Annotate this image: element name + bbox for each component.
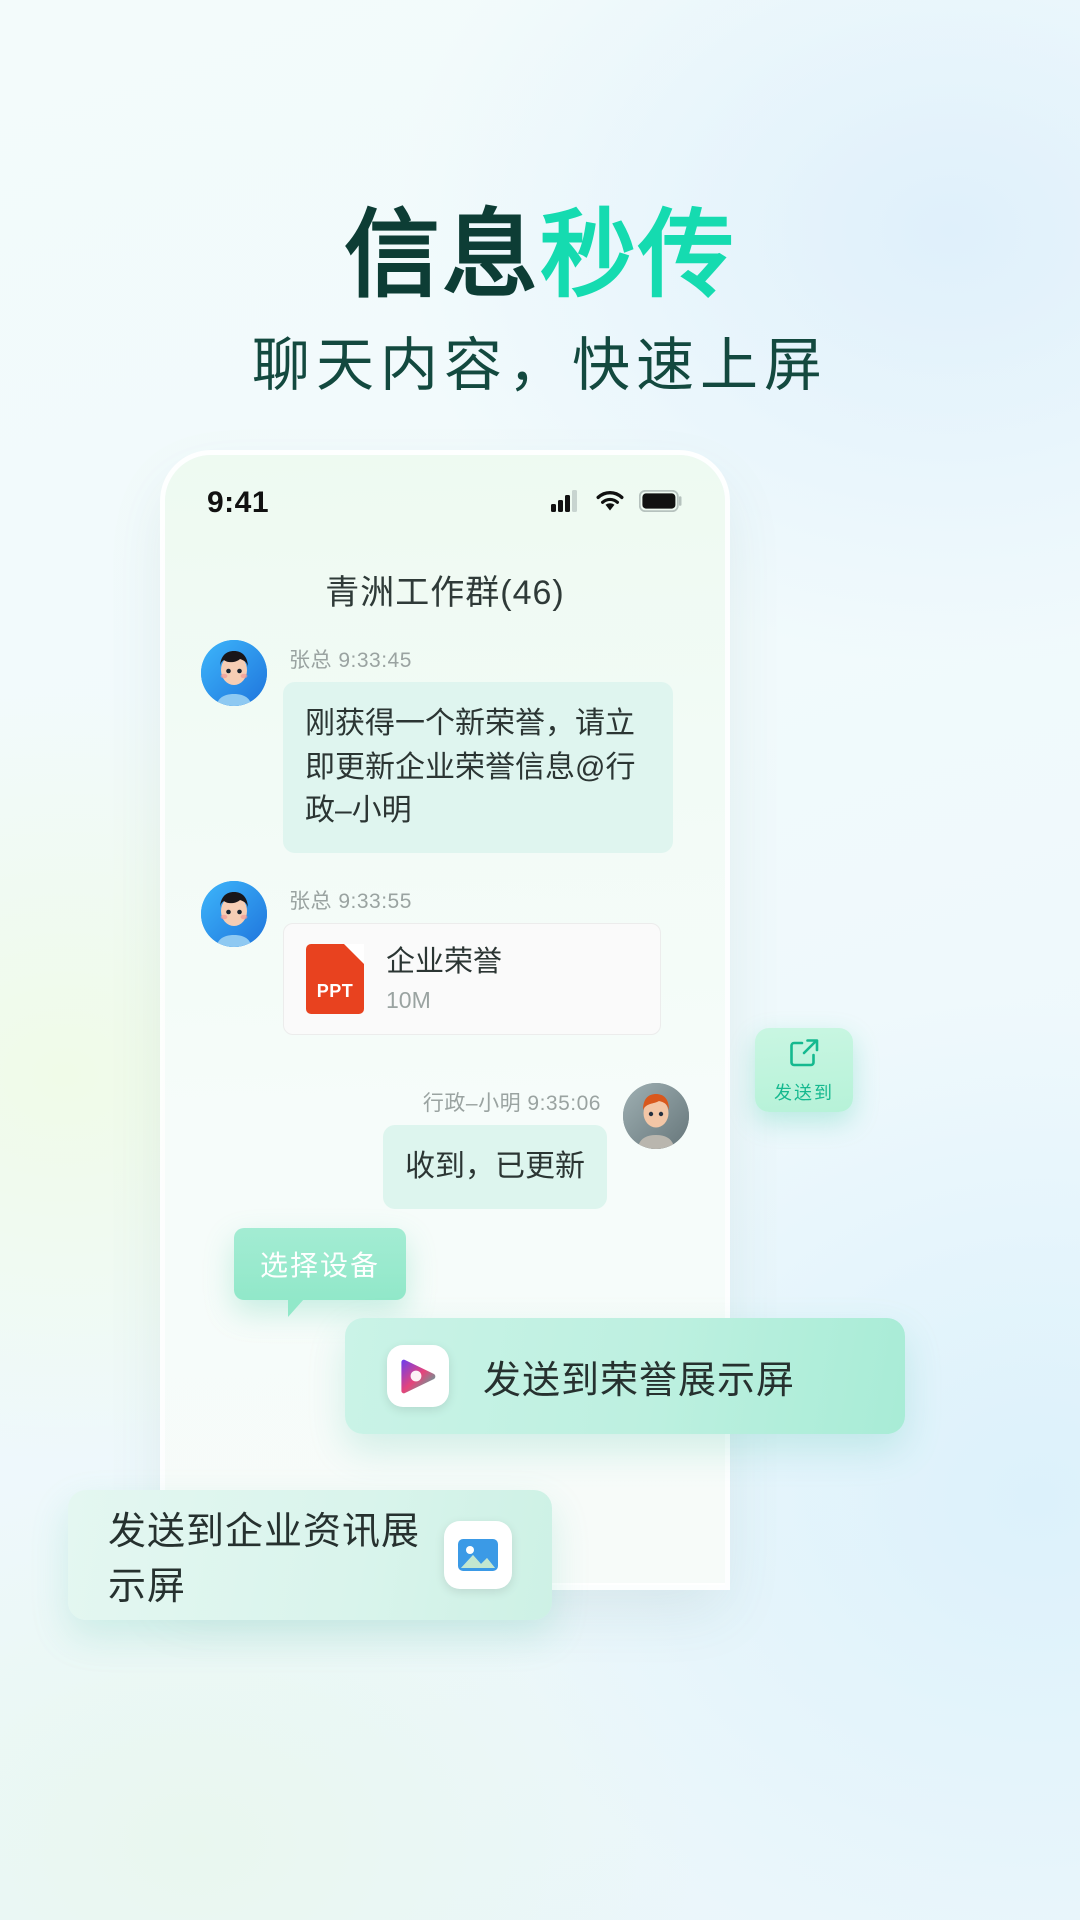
share-export-icon: [787, 1036, 821, 1075]
photo-gallery-app-icon: [444, 1521, 512, 1589]
message-sender: 张总: [289, 889, 332, 913]
option-card-honor-display[interactable]: 发送到荣誉展示屏: [345, 1318, 905, 1434]
file-size: 10M: [386, 987, 431, 1014]
message-time: 9:33:45: [338, 649, 412, 672]
file-attachment-card[interactable]: PPT 企业荣誉 10M: [283, 922, 661, 1036]
battery-icon: [638, 489, 683, 517]
avatar: [623, 1083, 689, 1150]
message-meta: 张总 9:33:45: [289, 644, 673, 674]
message-row: 行政–小明 9:35:06 收到，已更新: [201, 1083, 689, 1209]
page-title-primary: 信息: [344, 202, 540, 309]
message-meta: 行政–小明 9:35:06: [383, 1087, 601, 1117]
select-device-tooltip: 选择设备: [234, 1228, 407, 1317]
page-title: 信息秒传: [0, 196, 1080, 316]
message-row: 张总 9:33:55 PPT 企业荣誉 10M: [201, 880, 689, 1036]
option-card-news-display[interactable]: 发送到企业资讯展示屏: [68, 1490, 552, 1620]
status-bar: 9:41: [165, 477, 725, 529]
message-time: 9:35:06: [527, 1092, 601, 1116]
message-bubble[interactable]: 刚获得一个新荣誉，请立即更新企业荣誉信息@行政–小明: [283, 682, 673, 853]
file-name: 企业荣誉: [386, 945, 503, 978]
option-card-label: 发送到企业资讯展示屏: [108, 1511, 421, 1608]
send-to-button[interactable]: 发送到: [755, 1028, 853, 1112]
ppt-file-icon: PPT: [306, 943, 364, 1014]
option-card-label: 发送到荣誉展示屏: [483, 1359, 796, 1402]
page-subtitle: 聊天内容，快速上屏: [251, 333, 828, 398]
ppt-file-icon-label: PPT: [316, 980, 354, 1001]
send-to-button-label: 发送到: [774, 1082, 834, 1103]
avatar: [201, 640, 267, 706]
message-meta: 张总 9:33:55: [289, 885, 661, 915]
media-play-app-icon: [387, 1345, 449, 1407]
message-sender: 张总: [289, 649, 332, 672]
avatar: [201, 880, 267, 947]
message-time: 9:33:55: [338, 889, 412, 913]
page-title-accent: 秒传: [540, 202, 736, 309]
message-sender: 行政–小明: [422, 1092, 522, 1116]
wifi-icon: [595, 490, 625, 517]
chat-title: 青洲工作群(46): [325, 574, 565, 612]
message-list: 张总 9:33:45 刚获得一个新荣誉，请立即更新企业荣誉信息@行政–小明 张总…: [165, 640, 725, 1237]
message-row: 张总 9:33:45 刚获得一个新荣誉，请立即更新企业荣誉信息@行政–小明: [201, 640, 689, 853]
status-bar-clock: 9:41: [207, 486, 270, 519]
message-bubble[interactable]: 收到，已更新: [383, 1125, 607, 1209]
cellular-signal-icon: [551, 489, 581, 517]
